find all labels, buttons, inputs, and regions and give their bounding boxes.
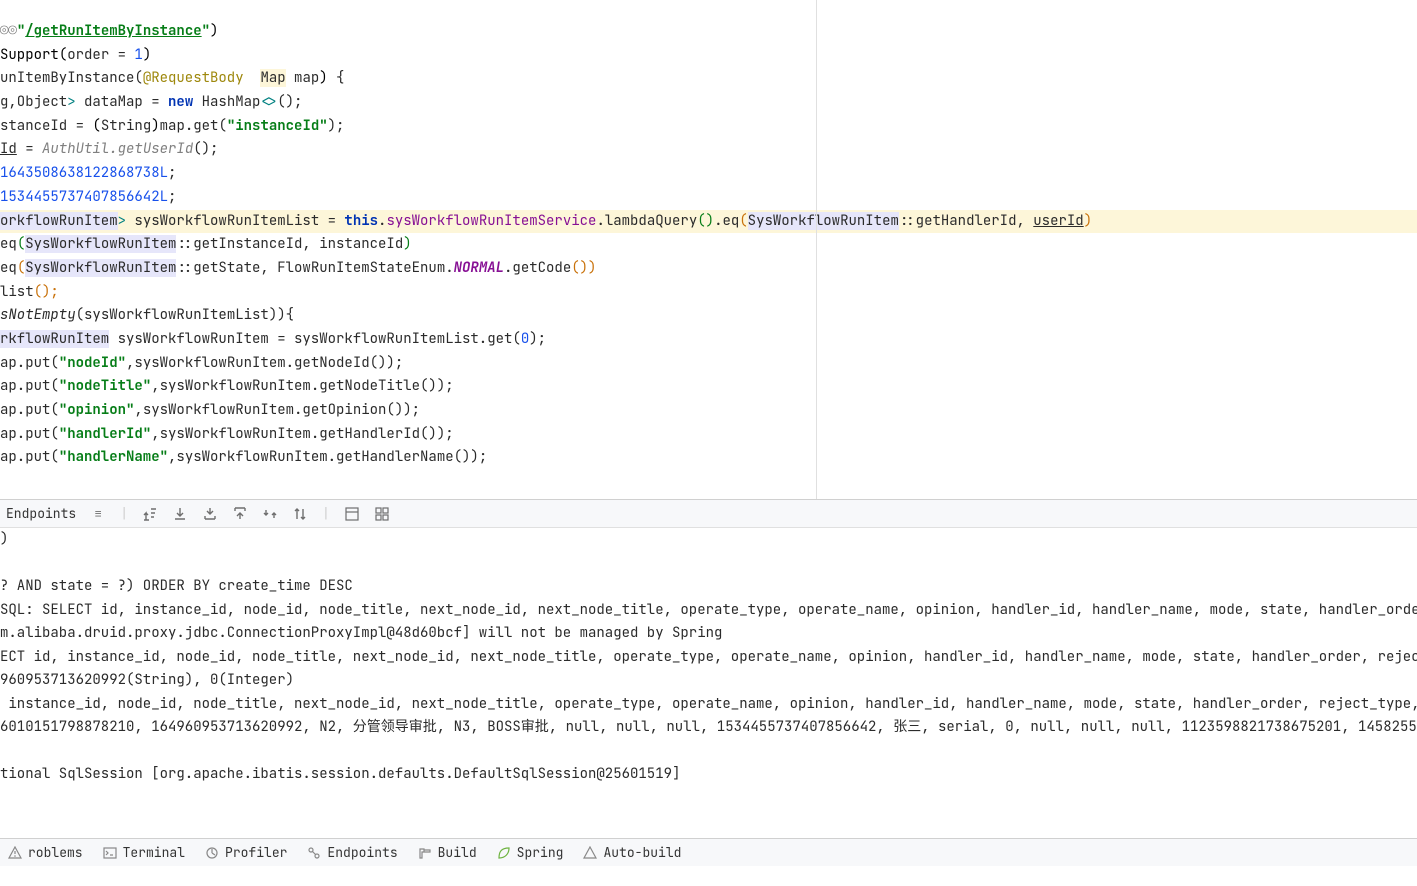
endpoints-tab[interactable]: Endpoints (307, 844, 397, 861)
autobuild-tab[interactable]: Auto-build (583, 844, 681, 861)
code-line[interactable]: rkflowRunItem sysWorkflowRunItem = sysWo… (0, 328, 1417, 352)
code-line[interactable]: ap.put("opinion",sysWorkflowRunItem.getO… (0, 399, 1417, 423)
terminal-icon (103, 846, 117, 860)
console-line: 960953713620992(String), 0(Integer) (0, 669, 1417, 693)
warning-icon (583, 846, 597, 860)
terminal-tab[interactable]: Terminal (103, 844, 185, 861)
sort-icon[interactable] (292, 506, 308, 522)
separator: | (120, 505, 128, 522)
console-line (0, 552, 1417, 576)
code-line[interactable]: ap.put("handlerName",sysWorkflowRunItem.… (0, 446, 1417, 470)
download-icon[interactable] (172, 506, 188, 522)
console-line: instance_id, node_id, node_title, next_n… (0, 693, 1417, 717)
code-line[interactable]: ap.put("handlerId",sysWorkflowRunItem.ge… (0, 423, 1417, 447)
grid-icon[interactable] (374, 506, 390, 522)
endpoints-tab[interactable]: Endpoints (6, 505, 76, 522)
code-line[interactable]: list(); (0, 281, 1417, 305)
console-toolbar: Endpoints ≡ | | (0, 500, 1417, 528)
code-line[interactable]: 1643508638122868738L; (0, 162, 1417, 186)
endpoints-icon (307, 846, 321, 860)
code-line[interactable]: sNotEmpty(sysWorkflowRunItemList)){ (0, 304, 1417, 328)
build-tab[interactable]: Build (418, 844, 477, 861)
code-line[interactable]: g,Object> dataMap = new HashMap<>(); (0, 91, 1417, 115)
code-line[interactable]: orkflowRunItem> sysWorkflowRunItemList =… (0, 210, 1417, 234)
hammer-icon (418, 846, 432, 860)
spring-tab[interactable]: Spring (497, 844, 564, 861)
tab-label: Endpoints (327, 844, 397, 861)
tab-label: Auto-build (603, 844, 681, 861)
console-line: 6010151798878210, 164960953713620992, N2… (0, 716, 1417, 740)
console-line: tional SqlSession [org.apache.ibatis.ses… (0, 763, 1417, 787)
console-line: SQL: SELECT id, instance_id, node_id, no… (0, 599, 1417, 623)
code-line[interactable]: ap.put("nodeId",sysWorkflowRunItem.getNo… (0, 352, 1417, 376)
problems-tab[interactable]: roblems (8, 844, 83, 861)
code-line[interactable]: Support(order = 1) (0, 44, 1417, 68)
code-line[interactable]: eq(SysWorkflowRunItem::getInstanceId, in… (0, 233, 1417, 257)
code-editor[interactable]: ◎◎"/getRunItemByInstance") Support(order… (0, 0, 1417, 500)
console-line (0, 740, 1417, 764)
code-line[interactable]: eq(SysWorkflowRunItem::getState, FlowRun… (0, 257, 1417, 281)
tab-label: roblems (28, 844, 83, 861)
warning-icon (8, 846, 22, 860)
import-down-icon[interactable] (202, 506, 218, 522)
console-line: m.alibaba.druid.proxy.jdbc.ConnectionPro… (0, 622, 1417, 646)
code-line[interactable]: stanceId = (String)map.get("instanceId")… (0, 115, 1417, 139)
profiler-tab[interactable]: Profiler (205, 844, 287, 861)
tab-label: Profiler (225, 844, 287, 861)
tab-label: Build (438, 844, 477, 861)
leaf-icon (497, 846, 511, 860)
filter-up-icon[interactable] (142, 506, 158, 522)
profiler-icon (205, 846, 219, 860)
right-margin-line (816, 0, 817, 499)
code-line[interactable]: Id = AuthUtil.getUserId(); (0, 138, 1417, 162)
menu-icon[interactable]: ≡ (90, 506, 106, 522)
tab-label: Terminal (123, 844, 185, 861)
layout-icon[interactable] (344, 506, 360, 522)
export-up-icon[interactable] (232, 506, 248, 522)
bottom-toolbar: roblems Terminal Profiler Endpoints Buil… (0, 838, 1417, 866)
console-output[interactable]: ) ? AND state = ?) ORDER BY create_time … (0, 528, 1417, 838)
console-line: ) (0, 528, 1417, 552)
console-line: ECT id, instance_id, node_id, node_title… (0, 646, 1417, 670)
console-line: ? AND state = ?) ORDER BY create_time DE… (0, 575, 1417, 599)
gutter-icon: ◎◎ (0, 22, 17, 40)
separator: | (322, 505, 330, 522)
swap-icon[interactable] (262, 506, 278, 522)
code-line[interactable]: ◎◎"/getRunItemByInstance") (0, 20, 1417, 44)
code-line[interactable]: 1534455737407856642L; (0, 186, 1417, 210)
tab-label: Spring (517, 844, 564, 861)
code-line[interactable]: unItemByInstance(@RequestBody Map map) { (0, 67, 1417, 91)
code-line[interactable]: ap.put("nodeTitle",sysWorkflowRunItem.ge… (0, 375, 1417, 399)
